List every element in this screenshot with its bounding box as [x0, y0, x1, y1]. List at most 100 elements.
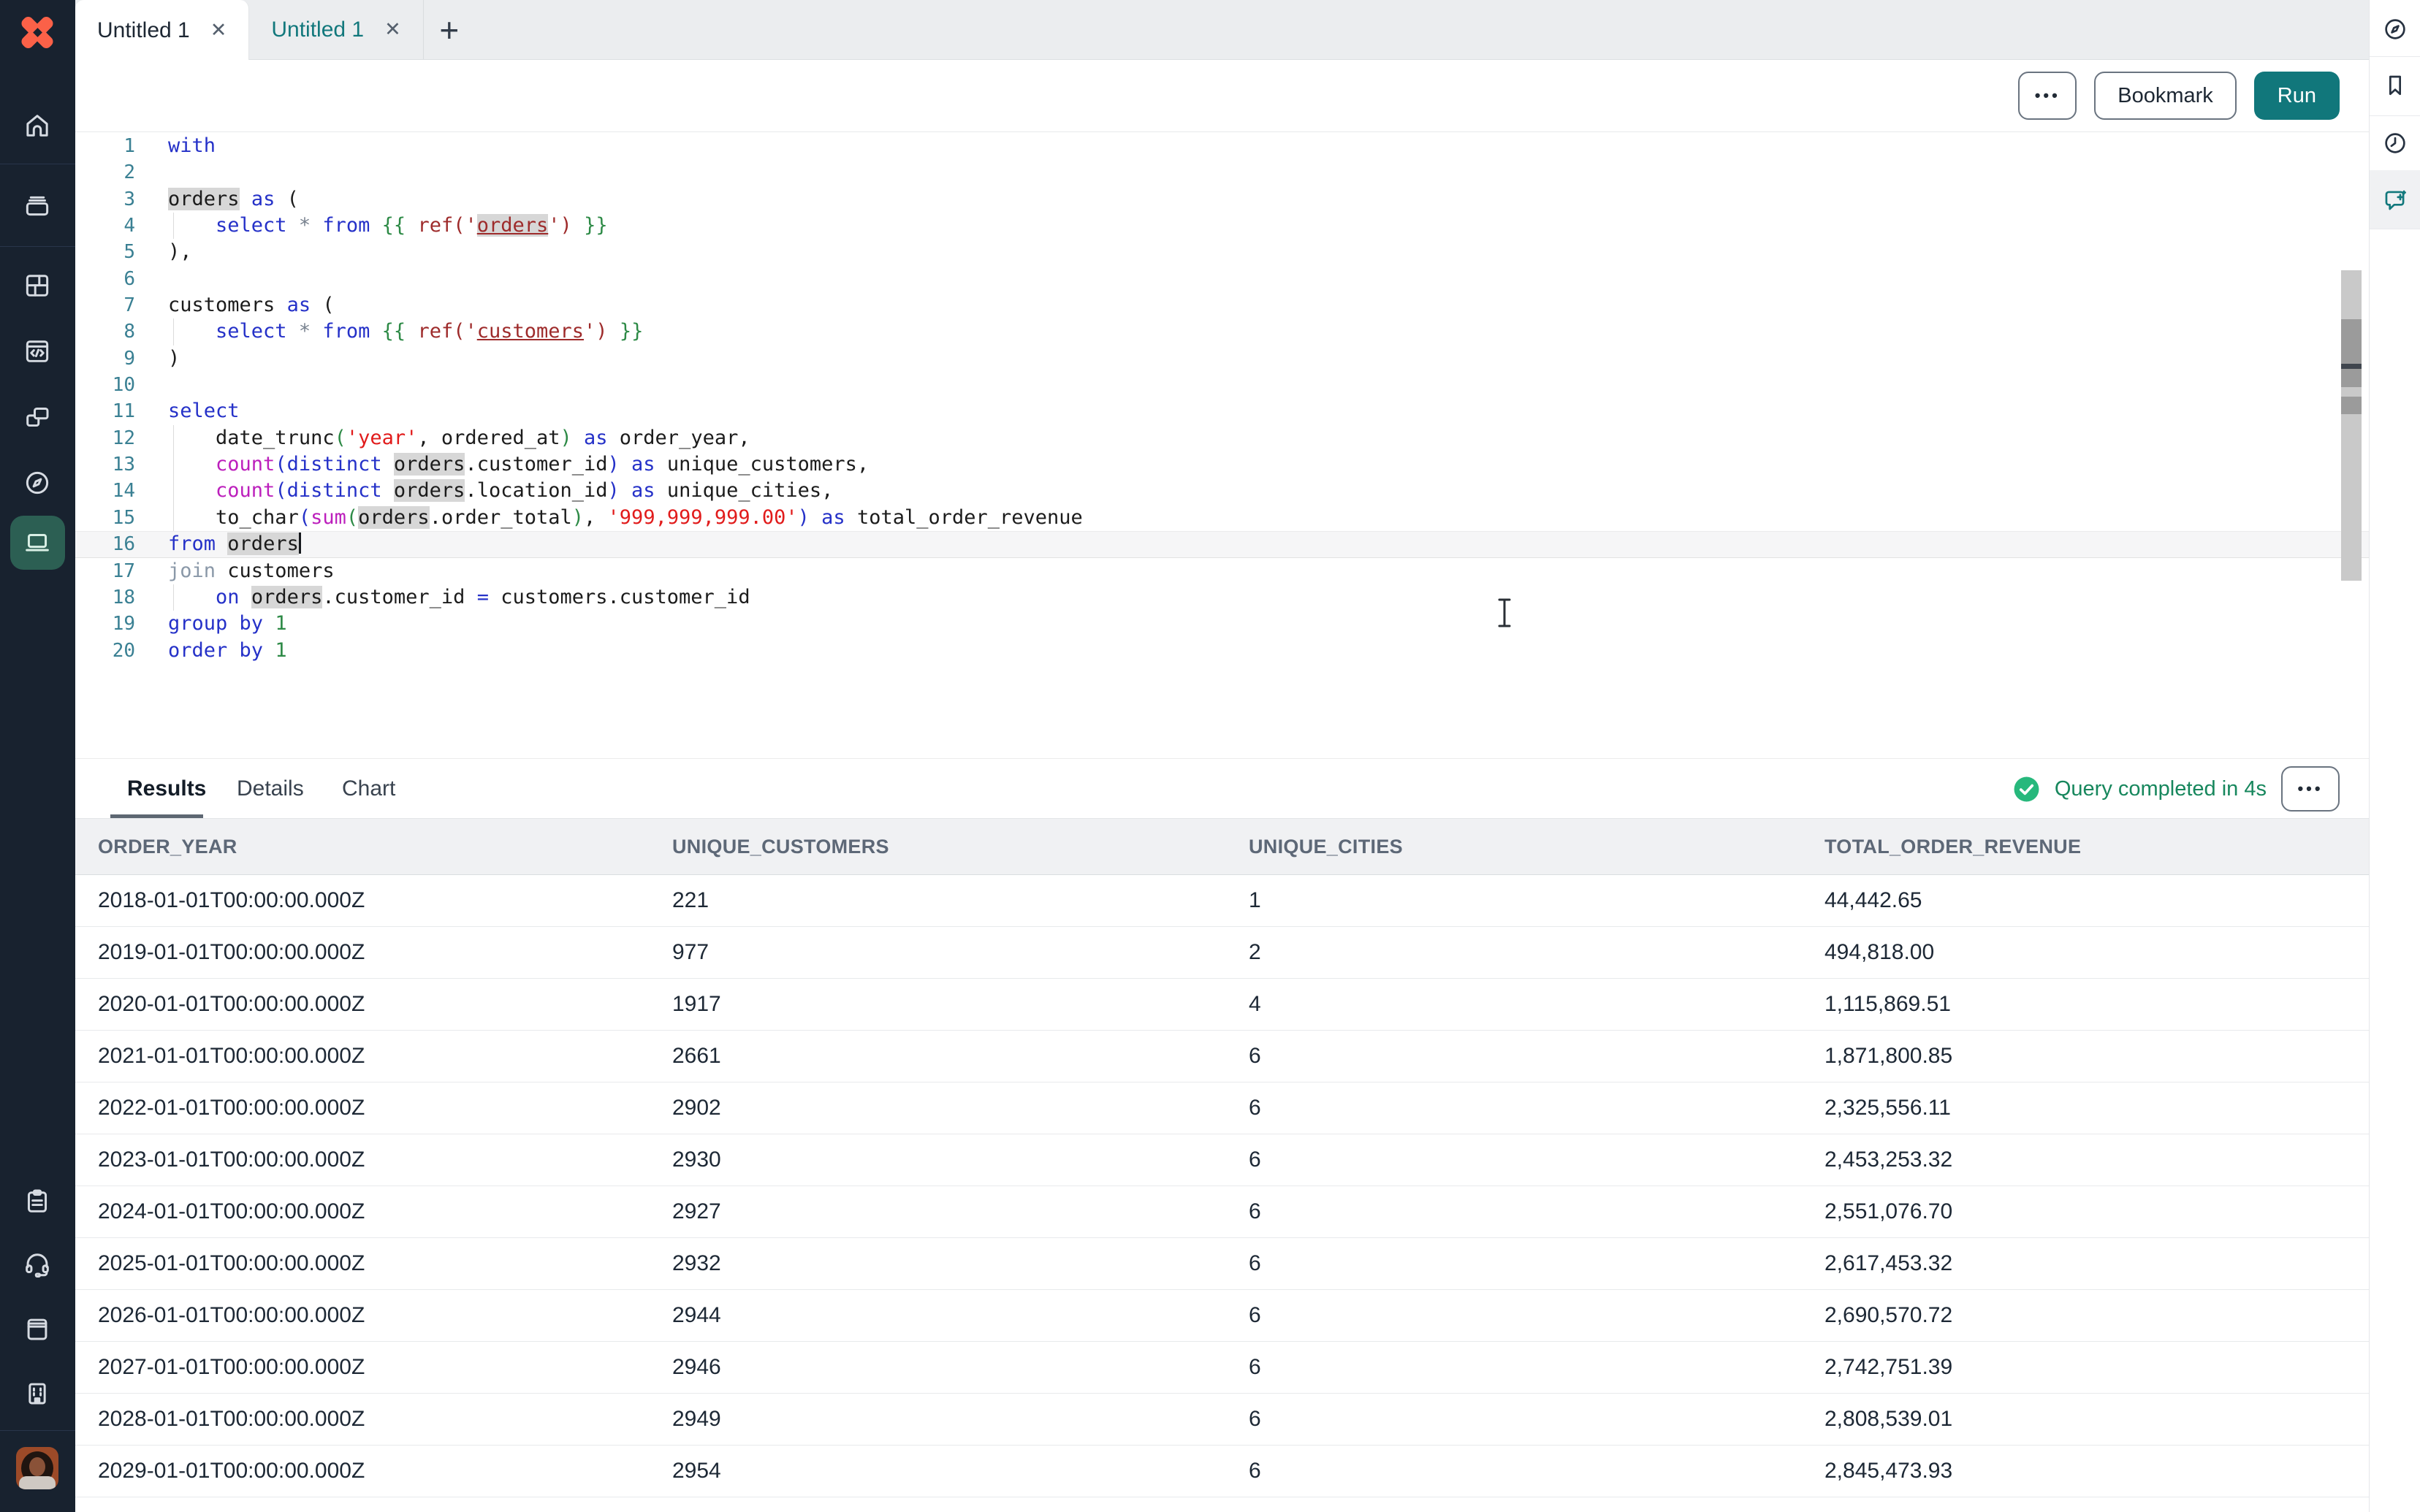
code-text: )	[168, 345, 180, 372]
table-cell: 1	[1226, 888, 1802, 913]
code-line[interactable]: 13 count(distinct orders.customer_id) as…	[75, 451, 2369, 478]
new-tab-button[interactable]: +	[424, 0, 475, 59]
building-icon	[22, 1378, 53, 1409]
table-row[interactable]: 2024-01-01T00:00:00.000Z292762,551,076.7…	[75, 1186, 2369, 1238]
table-row[interactable]: 2029-01-01T00:00:00.000Z295462,845,473.9…	[75, 1446, 2369, 1497]
code-text: select * from {{ ref('orders') }}	[168, 213, 608, 239]
left-sidebar	[0, 0, 75, 1512]
table-cell: 2022-01-01T00:00:00.000Z	[75, 1096, 650, 1120]
sidebar-item-organization[interactable]	[22, 1378, 53, 1409]
table-cell: 6	[1226, 1355, 1802, 1380]
column-header[interactable]: ORDER_YEAR	[75, 836, 650, 858]
code-line[interactable]: 4 select * from {{ ref('orders') }}	[75, 213, 2369, 239]
table-row[interactable]: 2019-01-01T00:00:00.000Z9772494,818.00	[75, 927, 2369, 979]
table-row[interactable]: 2028-01-01T00:00:00.000Z294962,808,539.0…	[75, 1394, 2369, 1446]
line-number: 8	[75, 318, 135, 345]
code-line[interactable]: 3 orders as (	[75, 186, 2369, 213]
window-tab[interactable]: Untitled 1 ✕	[75, 0, 249, 61]
table-row[interactable]: 2020-01-01T00:00:00.000Z191741,115,869.5…	[75, 979, 2369, 1031]
sidebar-item-support[interactable]	[22, 1249, 53, 1280]
close-tab-icon[interactable]: ✕	[384, 20, 401, 39]
close-tab-icon[interactable]: ✕	[210, 20, 227, 40]
rail-ai-assistant-button[interactable]	[2381, 186, 2409, 214]
table-cell: 6	[1226, 1096, 1802, 1120]
window-tab[interactable]: Untitled 1✕	[249, 0, 423, 59]
sidebar-item-workspace-active[interactable]	[10, 516, 65, 570]
line-number: 3	[75, 186, 135, 213]
scrollbar-mark	[2341, 397, 2362, 414]
table-cell: 6	[1226, 1148, 1802, 1172]
code-line[interactable]: 12 date_trunc('year', ordered_at) as ord…	[75, 425, 2369, 451]
line-number: 20	[75, 638, 135, 664]
rail-bookmarks-button[interactable]	[2381, 72, 2409, 99]
run-button[interactable]: Run	[2254, 72, 2340, 120]
column-header[interactable]: TOTAL_ORDER_REVENUE	[1802, 836, 2369, 858]
sidebar-item-collections[interactable]	[22, 190, 53, 221]
table-cell: 2,742,751.39	[1802, 1355, 2369, 1380]
scrollbar-thumb[interactable]	[2341, 319, 2362, 387]
code-line[interactable]: 16from orders	[75, 531, 2369, 557]
table-cell: 2027-01-01T00:00:00.000Z	[75, 1355, 650, 1380]
code-text: date_trunc('year', ordered_at) as order_…	[168, 425, 750, 451]
home-icon	[22, 110, 53, 141]
code-line[interactable]: 1with	[75, 133, 2369, 159]
table-row[interactable]: 2023-01-01T00:00:00.000Z293062,453,253.3…	[75, 1134, 2369, 1186]
table-cell: 2026-01-01T00:00:00.000Z	[75, 1303, 650, 1328]
code-line[interactable]: 5),	[75, 239, 2369, 265]
table-row[interactable]: 2018-01-01T00:00:00.000Z221144,442.65	[75, 875, 2369, 927]
table-cell: 6	[1226, 1044, 1802, 1069]
table-row[interactable]: 2026-01-01T00:00:00.000Z294462,690,570.7…	[75, 1290, 2369, 1342]
results-tab-details[interactable]: Details	[237, 759, 304, 819]
rail-explore-button[interactable]	[2381, 15, 2409, 43]
code-line[interactable]: 9)	[75, 345, 2369, 372]
code-line[interactable]: 6	[75, 266, 2369, 292]
table-row[interactable]: 2022-01-01T00:00:00.000Z290262,325,556.1…	[75, 1083, 2369, 1134]
sidebar-item-home[interactable]	[22, 110, 53, 141]
code-line[interactable]: 19group by 1	[75, 611, 2369, 637]
line-number: 14	[75, 478, 135, 504]
table-cell: 2902	[650, 1096, 1226, 1120]
code-text: join customers	[168, 558, 335, 584]
code-line[interactable]: 14 count(distinct orders.location_id) as…	[75, 478, 2369, 504]
code-text: count(distinct orders.location_id) as un…	[168, 478, 833, 504]
hex-logo[interactable]	[0, 0, 75, 64]
clipboard-icon	[22, 1186, 53, 1217]
table-cell: 44,442.65	[1802, 888, 2369, 913]
code-line[interactable]: 10	[75, 372, 2369, 398]
user-avatar[interactable]	[16, 1447, 58, 1489]
sidebar-item-projects[interactable]	[22, 402, 53, 432]
table-cell: 2024-01-01T00:00:00.000Z	[75, 1199, 650, 1224]
rail-history-button[interactable]	[2381, 129, 2409, 157]
code-text: orders as (	[168, 186, 299, 213]
code-line[interactable]: 2	[75, 159, 2369, 186]
line-number: 4	[75, 213, 135, 239]
code-line[interactable]: 11select	[75, 398, 2369, 424]
code-line[interactable]: 7customers as (	[75, 292, 2369, 318]
code-line[interactable]: 20order by 1	[75, 638, 2369, 664]
results-tab-chart[interactable]: Chart	[342, 759, 395, 819]
bookmark-button[interactable]: Bookmark	[2094, 72, 2237, 120]
column-header[interactable]: UNIQUE_CUSTOMERS	[650, 836, 1226, 858]
window-tab-label: Untitled 1	[97, 18, 190, 43]
code-line[interactable]: 17join customers	[75, 558, 2369, 584]
column-header[interactable]: UNIQUE_CITIES	[1226, 836, 1802, 858]
compass-icon	[22, 467, 53, 498]
sidebar-item-code[interactable]	[22, 336, 53, 367]
table-row[interactable]: 2021-01-01T00:00:00.000Z266161,871,800.8…	[75, 1031, 2369, 1083]
sidebar-item-explore[interactable]	[22, 467, 53, 498]
sidebar-item-docs[interactable]	[22, 1314, 53, 1345]
table-row[interactable]: 2025-01-01T00:00:00.000Z293262,617,453.3…	[75, 1238, 2369, 1290]
code-line[interactable]: 15 to_char(sum(orders.order_total), '999…	[75, 505, 2369, 531]
table-row[interactable]: 2027-01-01T00:00:00.000Z294662,742,751.3…	[75, 1342, 2369, 1394]
sidebar-item-changelog[interactable]	[22, 1186, 53, 1217]
code-line[interactable]: 8 select * from {{ ref('customers') }}	[75, 318, 2369, 345]
sql-editor[interactable]: 1with23orders as (4 select * from {{ ref…	[75, 133, 2369, 759]
code-line[interactable]: 18 on orders.customer_id = customers.cus…	[75, 584, 2369, 611]
results-tab-results[interactable]: Results	[127, 759, 206, 819]
editor-scrollbar[interactable]	[2341, 270, 2362, 581]
more-options-button[interactable]: •••	[2018, 72, 2077, 120]
sidebar-item-apps[interactable]	[22, 270, 53, 301]
table-row[interactable]: 2030-01-01T00:00:00.000Z287961,841,049.3…	[75, 1497, 2369, 1512]
results-more-button[interactable]: •••	[2281, 766, 2340, 812]
laptop-icon	[22, 527, 53, 558]
